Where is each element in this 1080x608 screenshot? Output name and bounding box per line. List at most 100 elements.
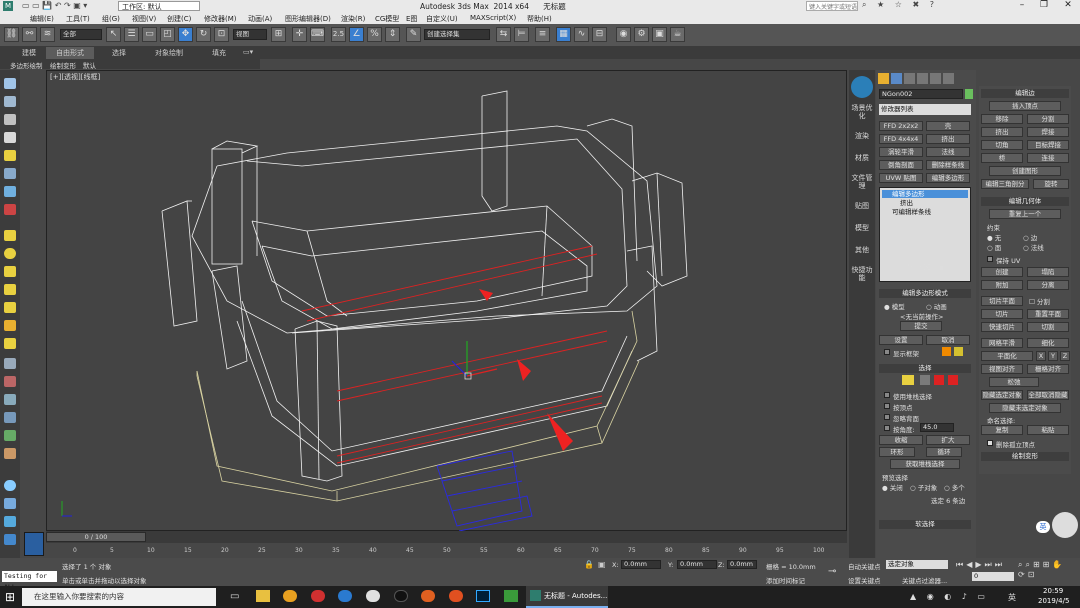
vertex-mode-icon[interactable]: [902, 375, 914, 385]
bind-space-warp-icon[interactable]: ≋: [40, 27, 55, 42]
show-cage-checkbox[interactable]: [884, 349, 890, 355]
absolute-mode-icon[interactable]: ▣: [598, 560, 606, 569]
angle-snap-icon[interactable]: ∠: [349, 27, 364, 42]
qq-icon[interactable]: [394, 590, 408, 602]
side-tab-scene[interactable]: 场景优化: [851, 104, 873, 120]
utilities-tab-icon[interactable]: [943, 72, 954, 84]
task-view-icon[interactable]: ▭: [230, 591, 239, 602]
percent-snap-icon[interactable]: %: [367, 27, 382, 42]
scene-explorer-icon[interactable]: [4, 78, 16, 89]
side-tab-material[interactable]: 材质: [851, 154, 873, 162]
tessellate-button[interactable]: 细化: [1027, 338, 1069, 348]
rotate-icon[interactable]: ↻: [196, 27, 211, 42]
close-icon[interactable]: ✕: [1056, 0, 1080, 13]
render-teapot-icon[interactable]: ☕: [670, 27, 685, 42]
make-planar-button[interactable]: 平面化: [981, 351, 1033, 361]
menu-animation[interactable]: 动画(A): [248, 14, 272, 24]
by-vertex-checkbox[interactable]: [884, 403, 890, 409]
by-stack-checkbox[interactable]: [884, 392, 890, 398]
menu-help[interactable]: 帮助(H): [527, 14, 552, 24]
constraint-normal-radio[interactable]: ○ 法线: [1023, 242, 1044, 252]
workspace-dropdown[interactable]: 工作区: 默认: [118, 1, 200, 11]
create-shape-button[interactable]: 创建图形: [989, 166, 1061, 176]
reference-coord-dropdown[interactable]: 视图: [233, 29, 267, 40]
side-tab-map[interactable]: 贴图: [851, 202, 873, 210]
render-sphere-icon[interactable]: [4, 480, 16, 491]
paint-deform-title[interactable]: 绘制变形: [981, 452, 1069, 461]
extrude-edge-button[interactable]: 挤出: [981, 127, 1023, 137]
grid-icon[interactable]: [4, 358, 16, 369]
modifier-list-dropdown[interactable]: 修改器列表: [879, 104, 971, 115]
spinner-snap-icon[interactable]: ⇕: [385, 27, 400, 42]
loop-button[interactable]: 循环: [926, 447, 962, 457]
ring-button[interactable]: 环形: [879, 447, 915, 457]
taskbar-3dsmax-app[interactable]: 无标题 - Autodes...: [526, 586, 608, 608]
menu-cg-model[interactable]: CG模型: [375, 14, 399, 24]
effects-icon[interactable]: [4, 516, 16, 527]
torus-icon[interactable]: [4, 284, 16, 295]
box-icon[interactable]: [4, 230, 16, 241]
pivot-center-icon[interactable]: ⊞: [271, 27, 286, 42]
side-tab-other[interactable]: 其他: [851, 246, 873, 254]
select-by-name-icon[interactable]: ☰: [124, 27, 139, 42]
grow-button[interactable]: 扩大: [926, 435, 970, 445]
mode-model-radio[interactable]: ● 模型: [884, 301, 905, 311]
menu-e-map[interactable]: E图: [406, 14, 417, 24]
scale-icon[interactable]: ⊡: [214, 27, 229, 42]
named-selection-dropdown[interactable]: 创建选择集: [424, 29, 490, 40]
side-tab-model[interactable]: 模型: [851, 224, 873, 232]
edit-poly-mode-title[interactable]: 编辑多边形模式: [879, 289, 971, 298]
edit-edges-title[interactable]: 编辑边: [981, 89, 1069, 98]
mod-btn-delete-spline[interactable]: 删除样条线: [926, 160, 970, 170]
clock-time[interactable]: 20:59: [1043, 587, 1063, 595]
current-frame-input[interactable]: 0: [972, 572, 1014, 581]
mod-btn-turbosmooth[interactable]: 涡轮平滑: [879, 147, 923, 157]
get-stack-selection-button[interactable]: 获取堆栈选择: [890, 459, 960, 469]
minimize-icon[interactable]: –: [1010, 0, 1034, 13]
quick-access-icons[interactable]: ▭ ▭ 💾 ↶ ↷ ▣ ▾: [22, 1, 87, 10]
key-filters-button[interactable]: 关键点过滤器...: [902, 575, 947, 585]
render-setup-icon[interactable]: ⚙: [634, 27, 649, 42]
modify-tab-icon[interactable]: [891, 72, 902, 84]
app-icon-1[interactable]: [283, 590, 297, 602]
layer-manager-icon[interactable]: ≡: [535, 27, 550, 42]
set-key-button[interactable]: 设置关键点: [848, 575, 881, 585]
menu-create[interactable]: 创建(C): [167, 14, 191, 24]
lock-selection-icon[interactable]: 🔒: [584, 560, 594, 569]
chamfer-button[interactable]: 切角: [981, 140, 1023, 150]
unlink-icon[interactable]: ⚯: [22, 27, 37, 42]
x-coord-input[interactable]: 0.0mm: [621, 560, 661, 569]
turn-button[interactable]: 旋转: [1033, 179, 1069, 189]
create-button[interactable]: 创建: [981, 267, 1023, 277]
selection-rollout-title[interactable]: 选择: [879, 364, 971, 373]
object-color-swatch[interactable]: [965, 89, 973, 99]
planar-x-button[interactable]: X: [1036, 351, 1046, 361]
stack-item-extrude[interactable]: 挤出: [882, 199, 913, 207]
edge-mode-icon[interactable]: [920, 375, 930, 385]
menu-rendering[interactable]: 渲染(R): [341, 14, 365, 24]
mode-animate-radio[interactable]: ○ 动画: [926, 301, 947, 311]
ribbon-default[interactable]: 默认: [83, 60, 96, 70]
display-tab-icon[interactable]: [930, 72, 941, 84]
wechat-icon[interactable]: [366, 590, 380, 602]
help-icons[interactable]: ⌕ ★ ☆ ✖ ?: [862, 0, 938, 10]
preview-multi-radio[interactable]: ○ 多个: [944, 482, 965, 492]
grid-align-button[interactable]: 栅格对齐: [1027, 364, 1069, 374]
terrain-icon[interactable]: [4, 448, 16, 459]
edit-geometry-title[interactable]: 编辑几何体: [981, 197, 1069, 206]
time-slider[interactable]: 0 / 100: [46, 531, 847, 543]
menu-tools[interactable]: 工具(T): [66, 14, 90, 24]
slice-button[interactable]: 切片: [981, 309, 1023, 319]
menu-graph-editors[interactable]: 图形编辑器(D): [285, 14, 331, 24]
maxscript-listener[interactable]: Testing for ALL: [2, 571, 57, 591]
weld-button[interactable]: 焊接: [1027, 127, 1069, 137]
rect-selection-icon[interactable]: ▭: [142, 27, 157, 42]
list-icon[interactable]: [4, 114, 16, 125]
mod-btn-bevel-profile[interactable]: 倒角剖面: [879, 160, 923, 170]
menu-maxscript[interactable]: MAXScript(X): [470, 14, 516, 22]
repeat-last-button[interactable]: 重复上一个: [989, 209, 1061, 219]
menu-edit[interactable]: 编辑(E): [30, 14, 54, 24]
auto-key-button[interactable]: 自动关键点: [848, 561, 881, 571]
window-crossing-icon[interactable]: ◰: [160, 27, 175, 42]
move-icon[interactable]: ✥: [178, 27, 193, 42]
